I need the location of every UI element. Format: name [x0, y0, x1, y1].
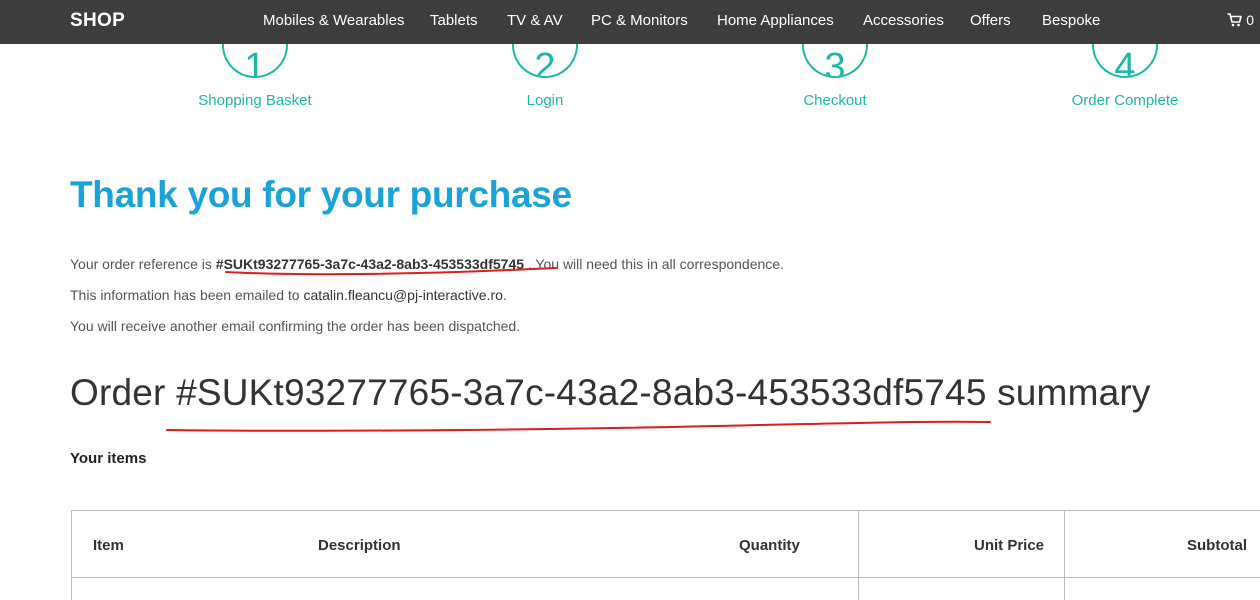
nav-item-tv-av[interactable]: TV & AV	[507, 12, 563, 29]
annotation-underline-summary	[166, 420, 991, 432]
order-reference-suffix: . You will need this in all corresponden…	[527, 256, 784, 272]
nav-item-mobiles-wearables[interactable]: Mobiles & Wearables	[263, 12, 404, 29]
order-summary-heading: Order #SUKt93277765-3a7c-43a2-8ab3-45353…	[70, 372, 1151, 414]
items-table	[71, 510, 1260, 600]
step-label: Order Complete	[1071, 92, 1179, 109]
table-header-divider	[71, 577, 1260, 578]
cart-count: 0	[1246, 12, 1254, 28]
order-summary-id: #SUKt93277765-3a7c-43a2-8ab3-453533df574…	[176, 372, 987, 413]
table-divider	[1064, 510, 1065, 600]
email-notice-line: This information has been emailed to cat…	[70, 287, 507, 303]
top-nav-bar: SHOP Mobiles & Wearables Tablets TV & AV…	[0, 0, 1260, 44]
email-notice-prefix: This information has been emailed to	[70, 287, 300, 303]
nav-item-offers[interactable]: Offers	[970, 12, 1011, 29]
table-header-subtotal: Subtotal	[1187, 537, 1247, 554]
step-label: Login	[526, 92, 564, 109]
email-notice-suffix: .	[502, 287, 507, 303]
step-label: Shopping Basket	[198, 92, 312, 109]
table-header-unit-price: Unit Price	[974, 537, 1045, 554]
cart-icon	[1227, 13, 1243, 27]
page-title: Thank you for your purchase	[70, 174, 572, 215]
nav-item-bespoke[interactable]: Bespoke	[1042, 12, 1100, 29]
nav-item-tablets[interactable]: Tablets	[430, 12, 478, 29]
order-reference-value: #SUKt93277765-3a7c-43a2-8ab3-453533df574…	[215, 256, 525, 272]
step-number-circle: 4	[1092, 44, 1158, 78]
step-number-circle: 2	[512, 44, 578, 78]
table-header-item: Item	[93, 537, 124, 554]
table-header-quantity: Quantity	[739, 537, 800, 554]
nav-item-pc-monitors[interactable]: PC & Monitors	[591, 12, 688, 29]
your-items-label: Your items	[70, 450, 147, 467]
nav-item-home-appliances[interactable]: Home Appliances	[717, 12, 834, 29]
customer-email: catalin.fleancu@pj-interactive.ro	[303, 287, 503, 303]
order-summary-suffix: summary	[997, 372, 1151, 413]
main-nav: Mobiles & Wearables Tablets TV & AV PC &…	[0, 12, 1260, 32]
nav-item-accessories[interactable]: Accessories	[863, 12, 944, 29]
order-reference-prefix: Your order reference is	[70, 256, 212, 272]
step-number-circle: 3	[802, 44, 868, 78]
step-number-circle: 1	[222, 44, 288, 78]
dispatch-notice-line: You will receive another email confirmin…	[70, 318, 521, 334]
order-reference-line: Your order reference is #SUKt93277765-3a…	[70, 256, 784, 272]
order-summary-prefix: Order	[70, 372, 166, 413]
table-divider	[858, 510, 859, 600]
step-label: Checkout	[803, 92, 867, 109]
table-header-description: Description	[318, 537, 401, 554]
cart-button[interactable]: 0	[1227, 12, 1254, 28]
